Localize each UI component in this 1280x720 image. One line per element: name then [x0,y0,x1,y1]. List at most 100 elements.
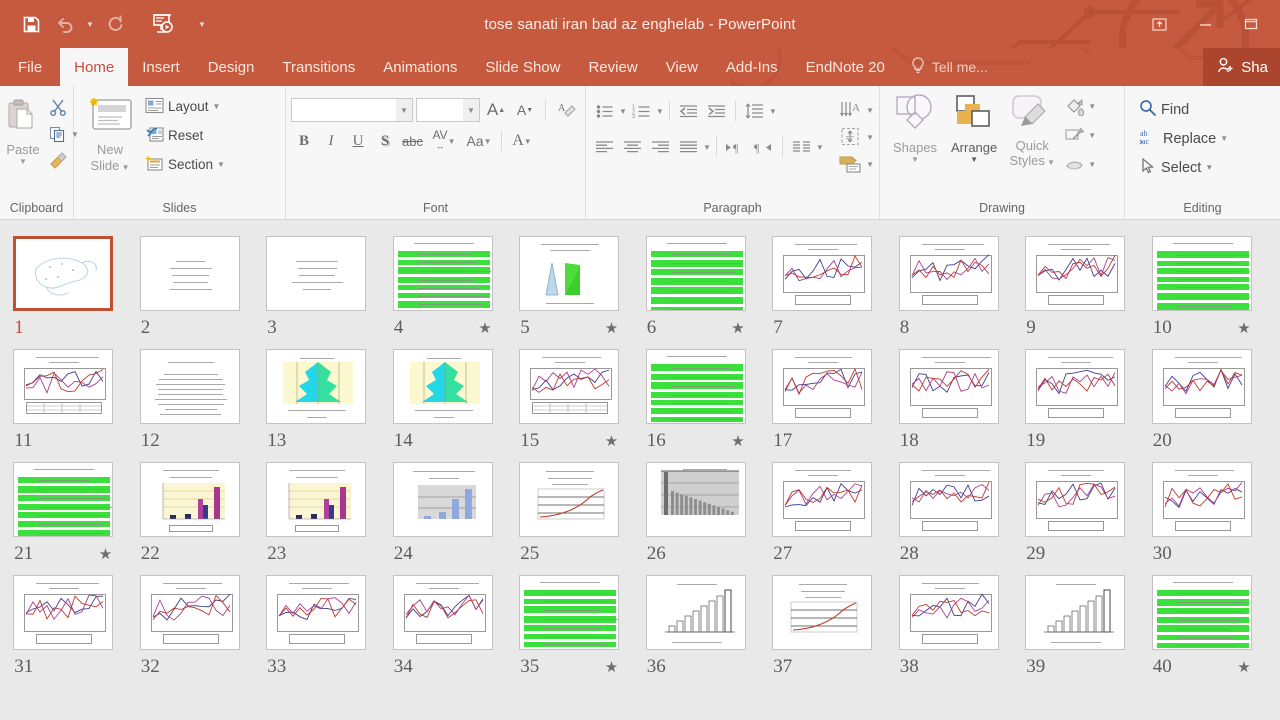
text-shadow-icon[interactable]: S [372,128,398,154]
layout-dropdown-arrow-icon[interactable]: ▼ [213,102,221,111]
font-size-dropdown-arrow-icon[interactable]: ▼ [463,99,479,121]
slide-thumbnail-8[interactable] [898,236,999,311]
section-button[interactable]: Section ▼ [141,151,229,178]
reset-button[interactable]: Reset [141,122,229,149]
rtl-direction-icon[interactable]: ¶ [750,134,777,160]
slide-thumbnail-11[interactable] [13,349,114,424]
slide-thumbnail-34[interactable] [392,575,493,650]
slide-thumbnail-21[interactable] [13,462,114,537]
tab-home[interactable]: Home [60,48,129,86]
restore-icon[interactable] [1228,7,1274,41]
numbering-icon[interactable]: 123 [628,98,655,124]
animation-star-icon[interactable]: ★ [99,545,112,563]
slide-thumbnail-38[interactable] [898,575,999,650]
italic-icon[interactable]: I [318,128,344,154]
slide-thumbnail-16[interactable] [645,349,746,424]
slide-thumbnail-3[interactable] [266,236,367,311]
redo-icon[interactable] [98,9,132,39]
animation-star-icon[interactable]: ★ [731,432,744,450]
decrease-indent-icon[interactable] [675,98,702,124]
slide-thumbnail-25[interactable] [519,462,620,537]
animation-star-icon[interactable]: ★ [1237,319,1250,337]
tab-endnote-20[interactable]: EndNote 20 [792,48,899,86]
text-direction-icon[interactable]: A [836,98,866,122]
tab-insert[interactable]: Insert [128,48,194,86]
slide-thumbnail-15[interactable] [519,349,620,424]
tell-me-box[interactable]: Tell me... [899,48,1000,86]
font-name-dropdown-arrow-icon[interactable]: ▼ [396,99,412,121]
convert-to-smartart-icon[interactable] [836,152,866,176]
paste-button[interactable]: Paste ▼ [2,91,44,169]
replace-dropdown-arrow-icon[interactable]: ▼ [1220,134,1228,143]
ltr-direction-icon[interactable]: ¶ [722,134,749,160]
slide-thumbnail-5[interactable] [519,236,620,311]
slide-thumbnail-28[interactable] [898,462,999,537]
animation-star-icon[interactable]: ★ [1237,658,1250,676]
shape-outline-dropdown-arrow-icon[interactable]: ▼ [1088,131,1096,140]
copy-icon[interactable] [44,121,71,147]
slide-thumbnail-29[interactable] [1025,462,1126,537]
paste-dropdown-arrow-icon[interactable]: ▼ [19,157,27,166]
arrange-button[interactable]: Arrange ▼ [945,90,1003,167]
slide-thumbnail-30[interactable] [1151,462,1252,537]
bold-icon[interactable]: B [291,128,317,154]
numbering-dropdown-arrow-icon[interactable]: ▼ [656,107,664,116]
slide-thumbnail-36[interactable] [645,575,746,650]
minimize-icon[interactable] [1182,7,1228,41]
line-spacing-icon[interactable] [741,98,768,124]
character-spacing-icon[interactable]: AV ↔ ▼ [427,128,461,154]
animation-star-icon[interactable]: ★ [478,319,491,337]
slide-thumbnail-27[interactable] [772,462,873,537]
columns-dropdown-arrow-icon[interactable]: ▼ [816,143,824,152]
font-size-combo[interactable]: ▼ [416,98,480,122]
tab-review[interactable]: Review [574,48,651,86]
slide-thumbnail-10[interactable] [1151,236,1252,311]
text-direction-dropdown-arrow-icon[interactable]: ▼ [866,106,874,115]
animation-star-icon[interactable]: ★ [605,658,618,676]
align-left-icon[interactable] [591,134,618,160]
slide-thumbnail-13[interactable] [266,349,367,424]
layout-button[interactable]: Layout ▼ [141,93,229,120]
section-dropdown-arrow-icon[interactable]: ▼ [217,160,225,169]
format-painter-icon[interactable] [44,148,71,174]
shape-effects-dropdown-arrow-icon[interactable]: ▼ [1088,160,1096,169]
slide-thumbnail-12[interactable] [139,349,240,424]
slide-thumbnail-18[interactable] [898,349,999,424]
shapes-button[interactable]: Shapes ▼ [885,90,945,167]
slide-thumbnail-37[interactable] [772,575,873,650]
align-text-icon[interactable] [836,125,866,149]
slide-thumbnail-20[interactable] [1151,349,1252,424]
slide-thumbnail-33[interactable] [266,575,367,650]
animation-star-icon[interactable]: ★ [731,319,744,337]
animation-star-icon[interactable]: ★ [605,319,618,337]
slide-thumbnail-1[interactable] [13,236,114,311]
underline-icon[interactable]: U [345,128,371,154]
slide-thumbnail-40[interactable] [1151,575,1252,650]
tab-animations[interactable]: Animations [369,48,471,86]
slide-thumbnail-39[interactable] [1025,575,1126,650]
tab-slide-show[interactable]: Slide Show [471,48,574,86]
cut-icon[interactable] [44,94,71,120]
slide-thumbnail-17[interactable] [772,349,873,424]
shape-outline-icon[interactable] [1061,122,1088,148]
slide-thumbnail-35[interactable] [519,575,620,650]
font-color-icon[interactable]: A ▼ [507,128,537,154]
slide-thumbnail-24[interactable] [392,462,493,537]
bullets-dropdown-arrow-icon[interactable]: ▼ [619,107,627,116]
clear-formatting-icon[interactable]: A [553,97,579,123]
shape-fill-icon[interactable] [1061,93,1088,119]
font-name-combo[interactable]: ▼ [291,98,413,122]
tab-transitions[interactable]: Transitions [268,48,369,86]
shape-effects-icon[interactable] [1061,151,1088,177]
align-text-dropdown-arrow-icon[interactable]: ▼ [866,133,874,142]
slide-thumbnail-14[interactable] [392,349,493,424]
slide-thumbnail-26[interactable] [645,462,746,537]
slide-thumbnail-9[interactable] [1025,236,1126,311]
line-spacing-dropdown-arrow-icon[interactable]: ▼ [769,107,777,116]
slide-thumbnail-32[interactable] [139,575,240,650]
slide-thumbnail-6[interactable] [645,236,746,311]
slide-thumbnail-19[interactable] [1025,349,1126,424]
columns-icon[interactable] [788,134,815,160]
select-button[interactable]: Select ▼ [1135,154,1232,181]
decrease-font-size-icon[interactable]: A ▼ [512,97,538,123]
